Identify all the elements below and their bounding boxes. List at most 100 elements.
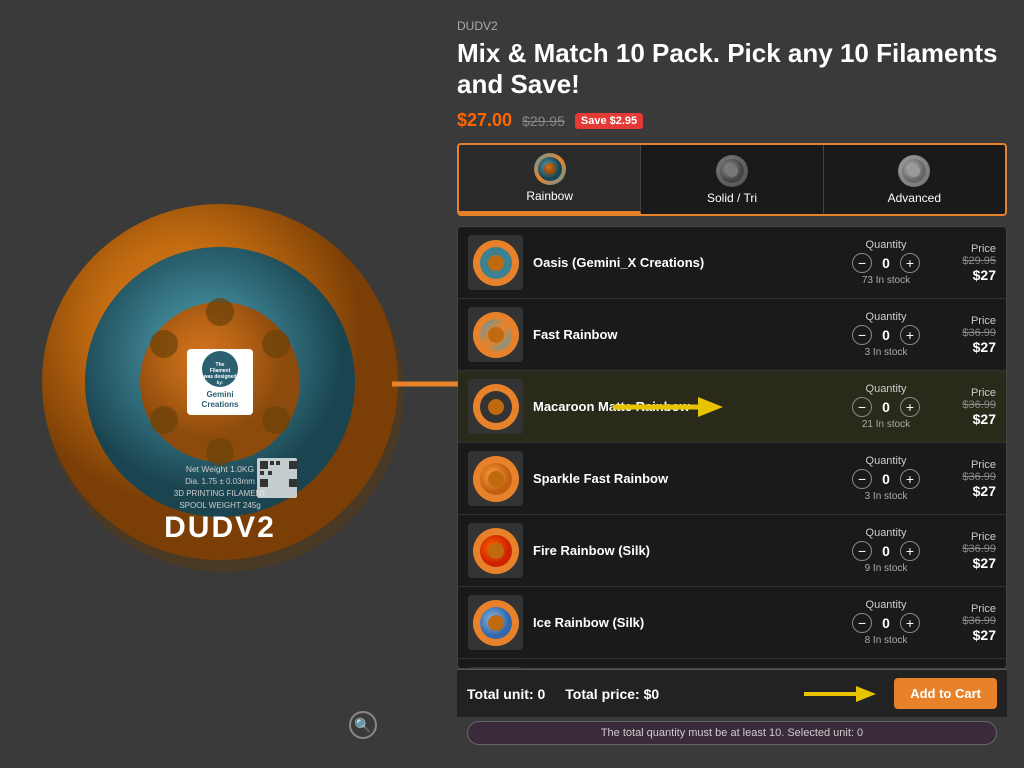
increment-btn-sparkle[interactable]: + bbox=[900, 469, 920, 489]
product-thumb-ice bbox=[468, 595, 523, 650]
total-unit-label: Total unit: 0 bbox=[467, 686, 545, 702]
product-row: Oasis (Gemini_X Creations) Quantity − 0 … bbox=[458, 227, 1006, 299]
price-section-fire: Price $36.99 $27 bbox=[941, 531, 996, 571]
main-container: The Filament was designed by: Gemini Cre… bbox=[7, 9, 1017, 759]
product-row-ice: Ice Rainbow (Silk) Quantity − 0 + 8 In s… bbox=[458, 587, 1006, 659]
price-old-oasis: $29.95 bbox=[962, 255, 996, 267]
highlight-arrow-icon bbox=[613, 392, 733, 422]
price-old-ice: $36.99 bbox=[962, 615, 996, 627]
price-old-sparkle: $36.99 bbox=[962, 471, 996, 483]
quantity-section-fast-rainbow: Quantity − 0 + 3 In stock bbox=[841, 311, 931, 358]
quantity-label-2: Quantity bbox=[866, 311, 907, 323]
increment-btn-fast-rainbow[interactable]: + bbox=[900, 325, 920, 345]
price-label-5: Price bbox=[971, 531, 996, 543]
increment-btn-fire[interactable]: + bbox=[900, 541, 920, 561]
decrement-btn-sparkle[interactable]: − bbox=[852, 469, 872, 489]
product-list: Oasis (Gemini_X Creations) Quantity − 0 … bbox=[457, 226, 1007, 669]
qty-value-sparkle: 0 bbox=[878, 471, 894, 487]
price-current: $27.00 bbox=[457, 110, 512, 131]
price-new-fast-rainbow: $27 bbox=[973, 339, 996, 355]
product-name-fire: Fire Rainbow (Silk) bbox=[533, 543, 831, 558]
price-new-ice: $27 bbox=[973, 627, 996, 643]
tab-rainbow[interactable]: Rainbow bbox=[459, 145, 641, 214]
price-label-6: Price bbox=[971, 603, 996, 615]
product-image-section: The Filament was designed by: Gemini Cre… bbox=[7, 9, 437, 759]
add-to-cart-area: Add to Cart bbox=[679, 678, 997, 709]
price-label-2: Price bbox=[971, 315, 996, 327]
product-row-macaroon: Macaroon Matte Rainbow Quantity − 0 + 21… bbox=[458, 371, 1006, 443]
increment-btn-ice[interactable]: + bbox=[900, 613, 920, 633]
product-thumb-sparkle bbox=[468, 451, 523, 506]
product-name-oasis: Oasis (Gemini_X Creations) bbox=[533, 255, 831, 270]
product-row-camo: Camo Rainbow Quantity − 0 + 10 In stock … bbox=[458, 659, 1006, 669]
total-price-label: Total price: $0 bbox=[565, 686, 659, 702]
price-original: $29.95 bbox=[522, 113, 565, 129]
price-new-macaroon: $27 bbox=[973, 411, 996, 427]
zoom-icon[interactable]: 🔍 bbox=[349, 711, 377, 739]
price-section-fast-rainbow: Price $36.99 $27 bbox=[941, 315, 996, 355]
svg-text:Creations: Creations bbox=[202, 400, 239, 409]
qty-value-macaroon: 0 bbox=[878, 399, 894, 415]
quantity-controls-fast-rainbow: − 0 + bbox=[852, 325, 920, 345]
price-old-macaroon: $36.99 bbox=[962, 399, 996, 411]
price-label: Price bbox=[971, 243, 996, 255]
quantity-section-fire: Quantity − 0 + 9 In stock bbox=[841, 527, 931, 574]
stock-sparkle: 3 In stock bbox=[865, 491, 908, 502]
decrement-btn-ice[interactable]: − bbox=[852, 613, 872, 633]
decrement-btn-fast-rainbow[interactable]: − bbox=[852, 325, 872, 345]
product-row: Fast Rainbow Quantity − 0 + 3 In stock P… bbox=[458, 299, 1006, 371]
add-to-cart-button[interactable]: Add to Cart bbox=[894, 678, 997, 709]
product-thumb-fast-rainbow bbox=[468, 307, 523, 362]
qty-value-fast-rainbow: 0 bbox=[878, 327, 894, 343]
product-name-ice: Ice Rainbow (Silk) bbox=[533, 615, 831, 630]
price-new-oasis: $27 bbox=[973, 267, 996, 283]
stock-oasis: 73 In stock bbox=[862, 275, 910, 286]
svg-text:Net Weight 1.0KG: Net Weight 1.0KG bbox=[186, 464, 254, 474]
tab-rainbow-icon bbox=[534, 153, 566, 185]
price-old-fast-rainbow: $36.99 bbox=[962, 327, 996, 339]
decrement-btn-macaroon[interactable]: − bbox=[852, 397, 872, 417]
quantity-label-4: Quantity bbox=[866, 455, 907, 467]
product-code: DUDV2 bbox=[457, 19, 1007, 33]
save-badge: Save $2.95 bbox=[575, 113, 643, 129]
quantity-section-sparkle: Quantity − 0 + 3 In stock bbox=[841, 455, 931, 502]
cart-arrow-icon bbox=[804, 679, 884, 709]
quantity-section-macaroon: Quantity − 0 + 21 In stock bbox=[841, 383, 931, 430]
tab-advanced-label: Advanced bbox=[888, 191, 941, 205]
increment-btn-oasis[interactable]: + bbox=[900, 253, 920, 273]
decrement-btn-fire[interactable]: − bbox=[852, 541, 872, 561]
tab-rainbow-label: Rainbow bbox=[526, 189, 573, 203]
quantity-label-3: Quantity bbox=[866, 383, 907, 395]
product-row-sparkle: Sparkle Fast Rainbow Quantity − 0 + 3 In… bbox=[458, 443, 1006, 515]
price-new-sparkle: $27 bbox=[973, 483, 996, 499]
product-name-fast-rainbow: Fast Rainbow bbox=[533, 327, 831, 342]
product-row-fire: Fire Rainbow (Silk) Quantity − 0 + 9 In … bbox=[458, 515, 1006, 587]
stock-fire: 9 In stock bbox=[865, 563, 908, 574]
price-new-fire: $27 bbox=[973, 555, 996, 571]
price-section-sparkle: Price $36.99 $27 bbox=[941, 459, 996, 499]
stock-macaroon: 21 In stock bbox=[862, 419, 910, 430]
total-info: Total unit: 0 Total price: $0 bbox=[467, 686, 659, 702]
quantity-label-5: Quantity bbox=[866, 527, 907, 539]
increment-btn-macaroon[interactable]: + bbox=[900, 397, 920, 417]
quantity-section-oasis: Quantity − 0 + 73 In stock bbox=[841, 239, 931, 286]
product-thumb-macaroon bbox=[468, 379, 523, 434]
svg-text:by:: by: bbox=[217, 380, 224, 385]
quantity-label: Quantity bbox=[866, 239, 907, 251]
svg-text:Dia. 1.75 ± 0.03mm: Dia. 1.75 ± 0.03mm bbox=[185, 477, 255, 486]
price-section-macaroon: Price $36.99 $27 bbox=[941, 387, 996, 427]
tab-solid-label: Solid / Tri bbox=[707, 191, 757, 205]
tab-advanced[interactable]: Advanced bbox=[824, 145, 1005, 214]
price-section-oasis: Price $29.95 $27 bbox=[941, 243, 996, 283]
qty-value-ice: 0 bbox=[878, 615, 894, 631]
price-old-fire: $36.99 bbox=[962, 543, 996, 555]
quantity-controls-sparkle: − 0 + bbox=[852, 469, 920, 489]
price-label-4: Price bbox=[971, 459, 996, 471]
svg-text:DUDV2: DUDV2 bbox=[164, 511, 276, 544]
quantity-controls-macaroon: − 0 + bbox=[852, 397, 920, 417]
product-name-sparkle: Sparkle Fast Rainbow bbox=[533, 471, 831, 486]
tab-advanced-icon bbox=[898, 155, 930, 187]
tab-solid-icon bbox=[716, 155, 748, 187]
decrement-btn-oasis[interactable]: − bbox=[852, 253, 872, 273]
tab-solid[interactable]: Solid / Tri bbox=[641, 145, 823, 214]
